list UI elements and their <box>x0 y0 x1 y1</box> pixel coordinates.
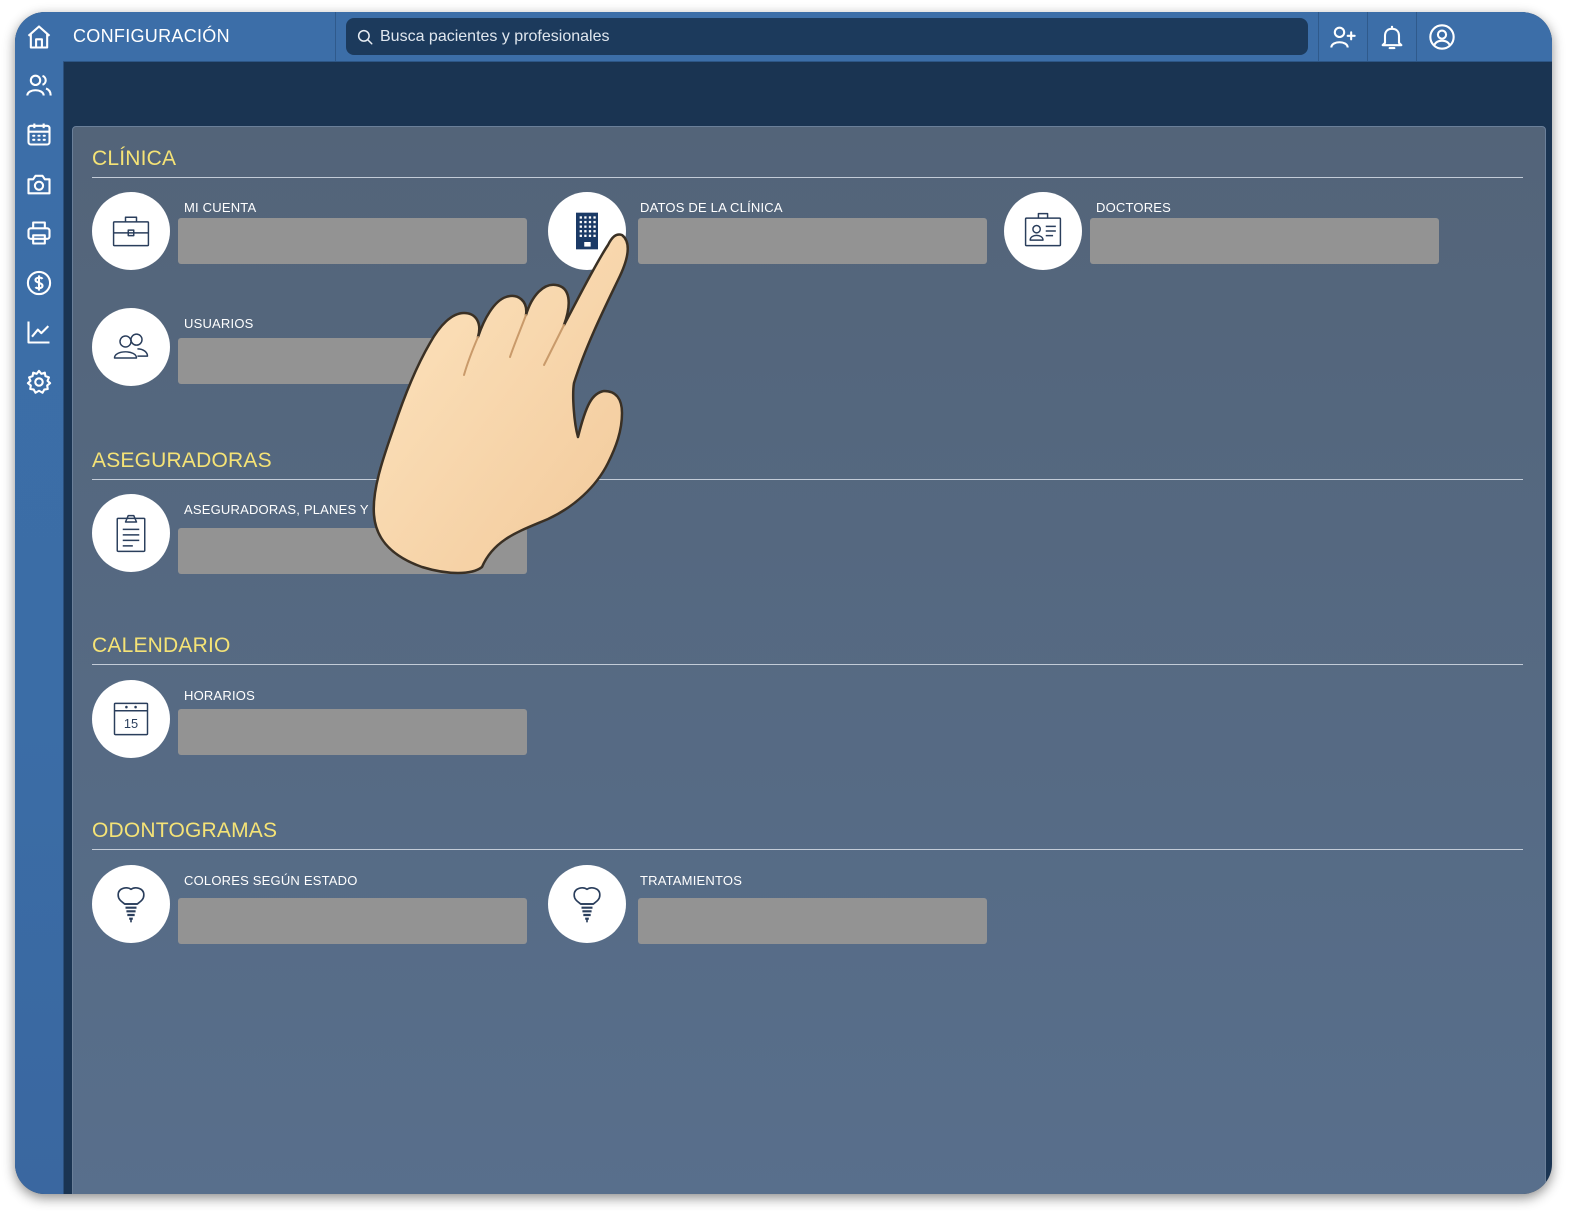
item-description-bar <box>638 218 987 264</box>
users-icon <box>92 308 170 386</box>
section-divider <box>92 664 1523 665</box>
item-label: ASEGURADORAS, PLANES Y <box>184 502 369 517</box>
tooth-implant-icon <box>92 865 170 943</box>
camera-icon[interactable] <box>23 168 55 200</box>
divider <box>335 12 336 61</box>
item-label: MI CUENTA <box>184 200 257 215</box>
add-user-icon[interactable] <box>1326 20 1360 54</box>
item-description-bar <box>638 898 987 944</box>
calendar-15-icon: 15 <box>92 680 170 758</box>
app-window: CONFIGURACIÓN CLÍNICA MI CUENTA <box>15 12 1552 1194</box>
item-label: DATOS DE LA CLÍNICA <box>640 200 783 215</box>
building-icon <box>548 192 626 270</box>
clipboard-icon <box>92 494 170 572</box>
search-icon <box>357 29 373 44</box>
item-colores-segun-estado[interactable]: COLORES SEGÚN ESTADO <box>92 865 532 945</box>
calendar-icon[interactable] <box>23 118 55 150</box>
section-title-clinica: CLÍNICA <box>92 147 177 170</box>
chart-icon[interactable] <box>23 316 55 348</box>
section-title-aseguradoras: ASEGURADORAS <box>92 449 272 472</box>
printer-icon[interactable] <box>23 217 55 249</box>
item-horarios[interactable]: 15 HORARIOS <box>92 680 532 760</box>
divider <box>1367 12 1368 61</box>
item-usuarios[interactable]: USUARIOS <box>92 308 532 388</box>
top-bar: CONFIGURACIÓN <box>63 12 1552 62</box>
item-label: DOCTORES <box>1096 200 1172 215</box>
item-description-bar <box>1090 218 1439 264</box>
item-label: USUARIOS <box>184 316 254 331</box>
dollar-icon[interactable] <box>23 267 55 299</box>
section-title-odontogramas: ODONTOGRAMAS <box>92 819 278 842</box>
home-icon[interactable] <box>23 21 55 53</box>
search-input[interactable] <box>374 26 1308 47</box>
bell-icon[interactable] <box>1375 20 1409 54</box>
patients-icon[interactable] <box>23 69 55 101</box>
item-aseguradoras-planes[interactable]: ASEGURADORAS, PLANES Y <box>92 494 532 574</box>
section-divider <box>92 849 1523 850</box>
item-description-bar <box>178 338 527 384</box>
section-divider <box>92 479 1523 480</box>
item-tratamientos[interactable]: TRATAMIENTOS <box>548 865 988 945</box>
section-divider <box>92 177 1523 178</box>
item-label: HORARIOS <box>184 688 255 703</box>
divider <box>1416 12 1417 61</box>
item-doctores[interactable]: DOCTORES <box>1004 192 1444 272</box>
item-datos-clinica[interactable]: DATOS DE LA CLÍNICA <box>548 192 988 272</box>
item-label: TRATAMIENTOS <box>640 873 743 888</box>
section-title-calendario: CALENDARIO <box>92 634 231 657</box>
calendar-day: 15 <box>124 716 138 731</box>
sidebar <box>15 12 64 1194</box>
page-title: CONFIGURACIÓN <box>73 26 230 46</box>
item-description-bar <box>178 898 527 944</box>
item-label: COLORES SEGÚN ESTADO <box>184 873 358 888</box>
briefcase-icon <box>92 192 170 270</box>
item-description-bar <box>178 709 527 755</box>
item-mi-cuenta[interactable]: MI CUENTA <box>92 192 532 272</box>
tooth-implant-icon <box>548 865 626 943</box>
id-card-icon <box>1004 192 1082 270</box>
search-box[interactable] <box>346 18 1308 55</box>
user-circle-icon[interactable] <box>1425 20 1459 54</box>
item-description-bar <box>178 218 527 264</box>
divider <box>1318 12 1319 61</box>
settings-icon[interactable] <box>23 366 55 398</box>
settings-panel: CLÍNICA MI CUENTA DATOS DE LA CLÍNICA DO… <box>72 126 1546 1194</box>
item-description-bar <box>178 528 527 574</box>
